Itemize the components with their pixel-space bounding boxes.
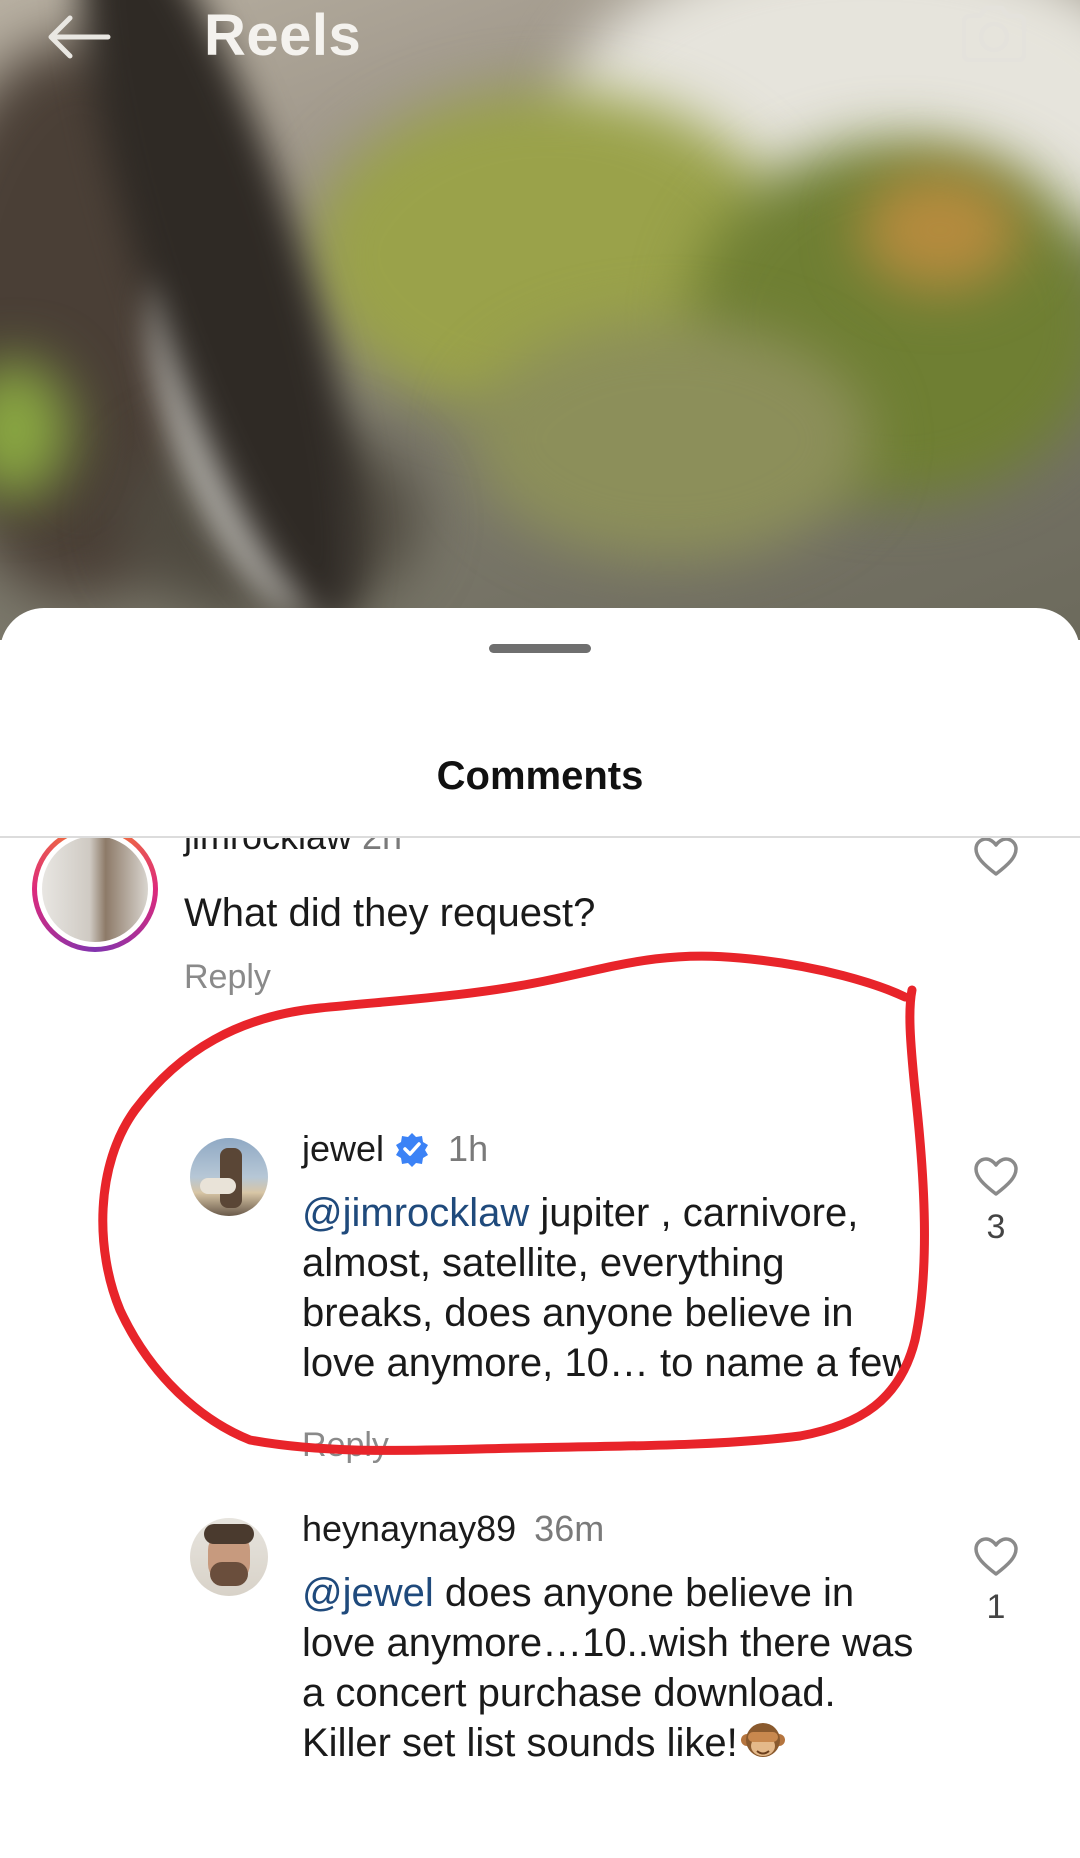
mention-link[interactable]: @jewel [302,1571,434,1615]
heart-icon[interactable] [973,1536,1019,1578]
avatar[interactable] [190,1518,268,1596]
page-title: Reels [204,3,362,68]
heart-icon[interactable] [973,838,1019,878]
avatar[interactable] [32,838,158,952]
camera-icon[interactable] [958,4,1030,64]
sheet-title: Comments [436,754,644,798]
comment-username[interactable]: jewel 1h [302,1128,488,1170]
reel-video-background[interactable] [0,0,1080,640]
drag-handle[interactable] [489,644,591,653]
comment-text: What did they request? [184,891,596,935]
comment-username[interactable]: heynaynay89 36m [302,1508,604,1550]
mention-link[interactable]: @jimrocklaw [302,1191,529,1235]
comment-username[interactable]: jimrocklaw2h [184,838,402,858]
comments-sheet: Comments jimrocklaw2h What did they requ… [0,608,1080,1858]
top-bar: Reels [0,0,1080,80]
comments-list[interactable]: jimrocklaw2h What did they request? Repl… [0,838,1080,1858]
verified-badge-icon [396,1133,429,1167]
like-count: 3 [986,1208,1006,1246]
reply-button[interactable]: Reply [184,958,271,997]
avatar[interactable] [190,1138,268,1216]
arrow-left-icon[interactable] [44,12,114,62]
comment-text: @jimrocklaw jupiter , carnivore, almost,… [302,1191,912,1385]
see-no-evil-monkey-icon [740,1723,785,1757]
reply-button[interactable]: Reply [302,1426,389,1465]
heart-icon[interactable] [973,1156,1019,1198]
comment-text: @jewel does anyone believe in love anymo… [302,1571,914,1765]
like-count: 1 [986,1588,1006,1626]
